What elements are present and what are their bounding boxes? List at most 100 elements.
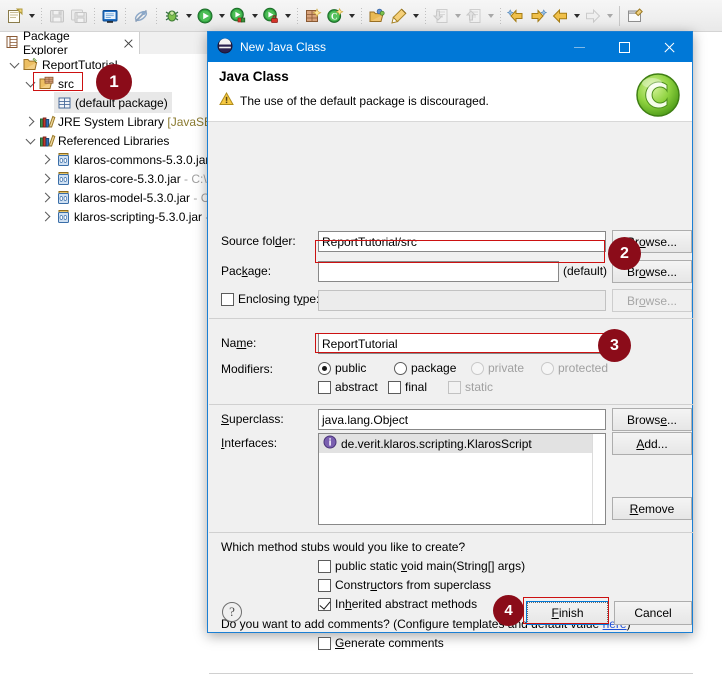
new-editor-icon[interactable] — [624, 5, 646, 27]
chevron-right-icon[interactable] — [38, 169, 54, 188]
dialog-warning-text: The use of the default package is discou… — [240, 93, 489, 108]
main-toolbar: C — [0, 0, 722, 32]
chevron-right-icon[interactable] — [38, 188, 54, 207]
chevron-down-icon[interactable] — [6, 55, 22, 74]
modifier-label: protected — [558, 361, 609, 375]
run-secure-dropdown-arrow[interactable] — [282, 5, 293, 27]
chevron-right-icon[interactable] — [22, 112, 38, 131]
interfaces-add-button[interactable]: Add... — [612, 432, 692, 455]
toolbar-group-nav — [505, 2, 646, 30]
tree-item-jar[interactable]: klaros-scripting-5.3.0.jar - C — [38, 207, 221, 226]
public-radio[interactable] — [318, 361, 331, 375]
dialog-warning: The use of the default package is discou… — [219, 91, 692, 109]
tree-item-referenced-libraries[interactable]: Referenced Libraries — [22, 131, 169, 150]
run-icon[interactable] — [194, 5, 216, 27]
stub-label: public static void main(String[] args) — [335, 559, 526, 573]
new-package-icon[interactable] — [302, 5, 324, 27]
modifier-final[interactable]: final — [388, 380, 427, 394]
cancel-button[interactable]: Cancel — [614, 601, 692, 625]
package-input[interactable] — [318, 261, 559, 282]
run-dropdown-arrow[interactable] — [216, 5, 227, 27]
modifier-label: package — [411, 361, 457, 375]
main-method-checkbox[interactable] — [318, 559, 331, 573]
chevron-down-icon[interactable] — [22, 74, 38, 93]
finish-button[interactable]: Finish — [526, 601, 609, 625]
modifier-protected: protected — [541, 361, 608, 375]
back-icon[interactable] — [549, 5, 571, 27]
new-icon[interactable] — [4, 5, 26, 27]
maximize-icon[interactable] — [602, 32, 647, 62]
coverage-icon[interactable] — [227, 5, 249, 27]
enclosing-type-row[interactable]: Enclosing type: — [221, 292, 319, 306]
interfaces-list[interactable]: de.verit.klaros.scripting.KlarosScript — [318, 433, 606, 525]
marker-dropdown-arrow[interactable] — [410, 5, 421, 27]
enclosing-type-input — [318, 290, 606, 311]
print-icon[interactable] — [99, 5, 121, 27]
tree-item-label: klaros-core-5.3.0.jar - C:\U — [74, 171, 216, 186]
modifiers-label: Modifiers: — [221, 362, 274, 376]
interfaces-remove-button[interactable]: Remove — [612, 497, 692, 520]
debug-icon[interactable] — [161, 5, 183, 27]
package-radio[interactable] — [394, 361, 407, 375]
enclosing-type-checkbox[interactable] — [221, 292, 234, 306]
abstract-checkbox[interactable] — [318, 380, 331, 394]
divider — [209, 404, 693, 405]
run-secure-icon[interactable] — [260, 5, 282, 27]
stub-label: Constructors from superclass — [335, 578, 492, 592]
back-prev-icon[interactable] — [505, 5, 527, 27]
chevron-down-icon[interactable] — [22, 131, 38, 150]
java-class-banner-icon — [633, 70, 683, 121]
tree-item-jre-system-library[interactable]: JRE System Library [JavaSE-11 — [22, 112, 229, 131]
toolbar-separator — [90, 6, 99, 26]
superclass-browse-button[interactable]: Brows e... — [612, 408, 692, 431]
toolbar-separator — [37, 6, 46, 26]
interfaces-scrollbar[interactable] — [592, 434, 605, 524]
modifier-abstract[interactable]: abstract — [318, 380, 378, 394]
interface-list-item[interactable]: de.verit.klaros.scripting.KlarosScript — [319, 434, 605, 453]
constructors-checkbox[interactable] — [318, 578, 331, 592]
tree-item-jar[interactable]: klaros-commons-5.3.0.jar - — [38, 150, 217, 169]
chevron-right-icon[interactable] — [38, 207, 54, 226]
superclass-input[interactable]: java.lang.Object — [318, 409, 606, 430]
close-icon[interactable] — [647, 32, 692, 62]
stub-constructors[interactable]: Constructors from superclass — [318, 578, 491, 592]
generate-comments-checkbox[interactable] — [318, 636, 331, 650]
modifier-public[interactable]: public — [318, 361, 366, 375]
name-input[interactable]: ReportTutorial — [318, 333, 606, 354]
library-icon — [38, 112, 56, 131]
new-class-icon[interactable]: C — [324, 5, 346, 27]
project-folder-icon — [22, 55, 40, 74]
debug-dropdown-arrow[interactable] — [183, 5, 194, 27]
source-folder-input[interactable]: ReportTutorial/src — [318, 231, 606, 252]
chevron-right-icon[interactable] — [38, 150, 54, 169]
tree-item-src[interactable]: src — [22, 74, 74, 93]
open-type-icon[interactable] — [366, 5, 388, 27]
toolbar-group-file — [4, 2, 161, 30]
tab-package-explorer[interactable]: Package Explorer — [0, 29, 140, 57]
generate-comments-row[interactable]: Generate comments — [318, 636, 444, 650]
dialog-title-bar[interactable]: New Java Class — [208, 32, 692, 62]
coverage-dropdown-arrow[interactable] — [249, 5, 260, 27]
stub-main-method[interactable]: public static void main(String[] args) — [318, 559, 525, 573]
final-checkbox[interactable] — [388, 380, 401, 394]
cancel-label: Cancel — [634, 606, 672, 620]
save-icon — [46, 5, 68, 27]
toolbar-group-java: C — [302, 2, 430, 30]
help-icon[interactable]: ? — [222, 602, 242, 622]
new-dropdown-arrow[interactable] — [26, 5, 37, 27]
package-icon — [55, 93, 73, 112]
marker-icon[interactable] — [388, 5, 410, 27]
checkin-icon — [430, 5, 452, 27]
close-icon[interactable] — [122, 37, 135, 50]
dialog-heading: Java Class — [219, 69, 289, 84]
interface-label: de.verit.klaros.scripting.KlarosScript — [341, 436, 532, 451]
back-dropdown-arrow[interactable] — [571, 5, 582, 27]
toolbar-separator — [121, 6, 130, 26]
forward-next-icon[interactable] — [527, 5, 549, 27]
tree-item-jar[interactable]: klaros-model-5.3.0.jar - C:\ — [38, 188, 216, 207]
tree-item-jar[interactable]: klaros-core-5.3.0.jar - C:\U — [38, 169, 215, 188]
modifier-package[interactable]: package — [394, 361, 456, 375]
divider — [209, 318, 693, 319]
new-class-dropdown-arrow[interactable] — [346, 5, 357, 27]
